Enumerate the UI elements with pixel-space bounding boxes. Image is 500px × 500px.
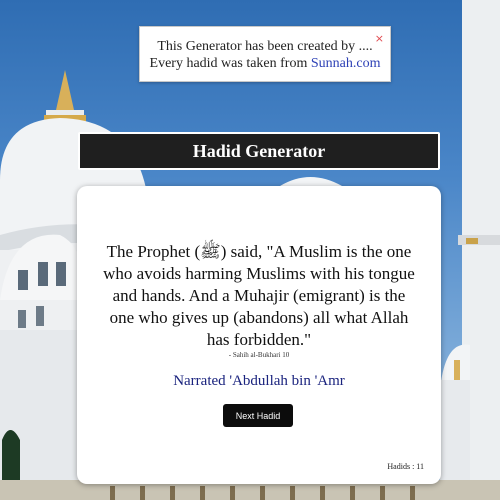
hadith-narrator: Narrated 'Abdullah bin 'Amr [173, 373, 345, 389]
counter-value: 11 [416, 462, 424, 471]
next-hadid-button[interactable]: Next Hadid [223, 404, 293, 427]
creator-notice: × This Generator has been created by ...… [139, 26, 391, 82]
hadith-card: The Prophet (ﷺ) said, "A Muslim is the o… [77, 186, 441, 484]
close-icon[interactable]: × [375, 30, 384, 47]
notice-line-1: This Generator has been created by .... [157, 39, 373, 54]
counter-label: Hadids : [387, 462, 417, 471]
hadith-source: - Sahih al-Bukhari 10 [228, 351, 290, 359]
sunnah-link[interactable]: Sunnah.com [311, 56, 381, 71]
notice-prefix: Every hadid was taken from [149, 56, 311, 71]
page-title: Hadid Generator [78, 132, 440, 170]
hadith-text: The Prophet (ﷺ) said, "A Muslim is the o… [103, 242, 415, 349]
hadid-counter: Hadids : 11 [387, 462, 424, 471]
notice-line-2: Every hadid was taken from Sunnah.com [140, 55, 390, 72]
